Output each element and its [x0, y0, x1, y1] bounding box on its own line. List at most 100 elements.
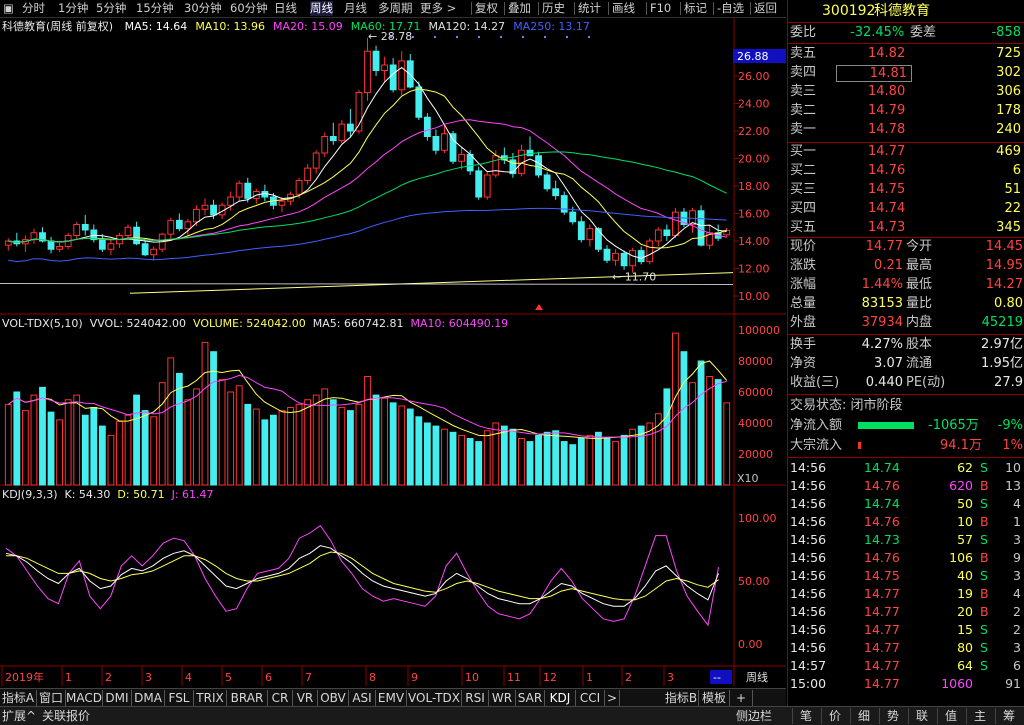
- tick-side: S: [980, 640, 988, 655]
- ask-row[interactable]: 卖三 14.80 306: [788, 83, 1024, 101]
- ask-row[interactable]: 卖五 14.82 725: [788, 45, 1024, 63]
- period-tab-7[interactable]: 周线: [310, 1, 333, 16]
- period-tab-3[interactable]: 15分钟: [136, 1, 174, 16]
- expand-button[interactable]: 扩展^: [2, 708, 36, 724]
- panel-tab-5[interactable]: 值: [937, 708, 964, 724]
- indicator-tab-item[interactable]: 窗口: [37, 690, 66, 706]
- chart-area[interactable]: 26.00 24.00 22.00 20.00 18.00 16.00 14.00 12.00…: [0, 18, 786, 686]
- indicator-tab-wr[interactable]: WR: [489, 690, 516, 706]
- indicator-tab-brar[interactable]: BRAR: [227, 690, 268, 706]
- indicator-tab-vr[interactable]: VR: [293, 690, 318, 706]
- volume-bar: [689, 382, 696, 486]
- ask-row[interactable]: 卖一 14.78 240: [788, 121, 1024, 139]
- volume-bar: [389, 402, 397, 486]
- bid-row[interactable]: 买五 14.73 345: [788, 219, 1024, 237]
- bid-price: 14.73: [868, 220, 906, 235]
- dot-marker: [434, 36, 436, 38]
- period-tab-0[interactable]: 分时: [22, 1, 45, 16]
- ask-row[interactable]: 卖二 14.79 178: [788, 102, 1024, 120]
- candle-body: [475, 170, 483, 198]
- indicator-tab-asi[interactable]: ASI: [349, 690, 376, 706]
- indicator-tab-a[interactable]: 指标A: [0, 690, 37, 706]
- indicator-tab-kdj[interactable]: KDJ: [545, 690, 576, 706]
- indicator-tab-trix[interactable]: TRIX: [194, 690, 227, 706]
- candle-body: [167, 219, 175, 235]
- tick-side: S: [980, 622, 988, 637]
- panel-tab-0[interactable]: 笔: [792, 708, 819, 724]
- volume-bar: [304, 399, 312, 486]
- bid-row[interactable]: 买二 14.76 6: [788, 162, 1024, 180]
- panel-tab-4[interactable]: 联: [908, 708, 935, 724]
- candle-body: [278, 200, 286, 206]
- panel-tab-3[interactable]: 势: [879, 708, 906, 724]
- toolbar-button-3[interactable]: 统计: [578, 1, 601, 16]
- indicator-tab-obv[interactable]: OBV: [318, 690, 349, 706]
- panel-tab-6[interactable]: 主: [966, 708, 993, 724]
- ask-volume: 240: [996, 122, 1021, 137]
- tick-volume: 62: [957, 460, 973, 475]
- period-tab-5[interactable]: 60分钟: [230, 1, 268, 16]
- indicator-tab-emv[interactable]: EMV: [376, 690, 407, 706]
- indicator-tab-sar[interactable]: SAR: [516, 690, 545, 706]
- indicator-right-0[interactable]: 指标B: [664, 690, 699, 706]
- period-tab-6[interactable]: 日线: [274, 1, 297, 16]
- tick-count: 3: [1013, 568, 1021, 583]
- tick-volume: 10: [957, 514, 973, 529]
- toolbar-button-5[interactable]: F10: [650, 1, 671, 16]
- indicator-tab-cci[interactable]: CCI: [576, 690, 605, 706]
- panel-tab-7[interactable]: 筹: [995, 708, 1022, 724]
- bid-row[interactable]: 买一 14.77 469: [788, 143, 1024, 161]
- indicator-tab-vol-tdx[interactable]: VOL-TDX: [407, 690, 462, 706]
- netflow-bar: [858, 422, 914, 429]
- period-label: 周线: [746, 670, 768, 684]
- sidebar-toggle[interactable]: 侧边栏: [736, 708, 772, 724]
- panel-tab-2[interactable]: 细: [850, 708, 877, 724]
- period-tab-9[interactable]: 多周期: [378, 1, 413, 16]
- volume-bar: [398, 405, 406, 486]
- indicator-tab-cr[interactable]: CR: [268, 690, 293, 706]
- indicator-tab-dma[interactable]: DMA: [132, 690, 165, 706]
- toolbar-button-1[interactable]: 叠加: [508, 1, 531, 16]
- toolbar-button-6[interactable]: 标记: [684, 1, 707, 16]
- ask-row[interactable]: 卖四 14.81 302: [788, 64, 1024, 82]
- candle-body: [175, 219, 183, 230]
- bid-row[interactable]: 买四 14.74 22: [788, 200, 1024, 218]
- tick-count: 2: [1013, 604, 1021, 619]
- volume-bar: [90, 407, 98, 486]
- stat-value: 14.27: [985, 277, 1023, 292]
- indicator-tab-rsi[interactable]: RSI: [462, 690, 489, 706]
- period-tab-1[interactable]: 1分钟: [58, 1, 88, 16]
- period-tab-8[interactable]: 月线: [344, 1, 367, 16]
- ask-price: 14.82: [868, 46, 906, 61]
- indicator-tab-fsl[interactable]: FSL: [165, 690, 194, 706]
- related-quote-button[interactable]: 关联报价: [42, 708, 90, 724]
- indicator-tab-macd[interactable]: MACD: [66, 690, 103, 706]
- toolbar-button-8[interactable]: 返回: [754, 1, 777, 16]
- toolbar-button-0[interactable]: 复权: [475, 1, 498, 16]
- volume-bar: [338, 407, 346, 486]
- volume-bar: [372, 394, 380, 486]
- time-label-15: 3: [667, 671, 674, 684]
- toolbar-button-2[interactable]: 历史: [542, 1, 565, 16]
- tick-count: 9: [1013, 550, 1021, 565]
- volume-bar: [133, 394, 140, 486]
- period-tab-4[interactable]: 30分钟: [184, 1, 222, 16]
- stat-label: 最高: [906, 258, 933, 273]
- panel-tab-1[interactable]: 价: [821, 708, 848, 724]
- tick-price: 14.74: [864, 496, 900, 511]
- tick-volume: 106: [949, 550, 973, 565]
- period-tab-10[interactable]: 更多 >: [420, 1, 456, 16]
- period-menu-icon[interactable]: ▣: [3, 1, 14, 16]
- tick-price: 14.77: [864, 676, 900, 691]
- period-tab-2[interactable]: 5分钟: [96, 1, 126, 16]
- kline-chart[interactable]: 26.0024.0022.0020.0018.0016.0014.0012.00…: [0, 18, 786, 686]
- indicator-tab-dmi[interactable]: DMI: [103, 690, 132, 706]
- indicator-right-1[interactable]: 模板: [699, 690, 730, 706]
- indicator-right-2[interactable]: +: [730, 690, 753, 706]
- toolbar-button-4[interactable]: 画线: [612, 1, 635, 16]
- bid-row[interactable]: 买三 14.75 51: [788, 181, 1024, 199]
- volume-bar: [116, 420, 123, 486]
- toolbar-button-7[interactable]: -自选: [717, 1, 744, 16]
- indicator-tab-item[interactable]: >: [605, 690, 620, 706]
- volume-axis-label: 40000: [738, 417, 773, 430]
